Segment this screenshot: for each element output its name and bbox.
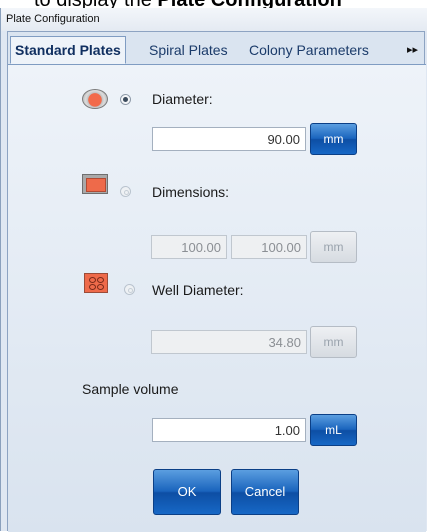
ok-button[interactable]: OK [153, 469, 221, 515]
dimensions-unit-button[interactable]: mm [310, 231, 357, 263]
well-plate-icon [84, 273, 108, 293]
title-bar: Plate Configuration [1, 8, 427, 31]
diameter-label: Diameter: [152, 91, 213, 107]
dimensions-width-input[interactable]: 100.00 [151, 235, 227, 259]
well-diameter-radio[interactable] [124, 284, 135, 295]
sample-volume-label: Sample volume [82, 381, 179, 397]
sample-volume-input[interactable]: 1.00 [152, 418, 306, 442]
dimensions-label: Dimensions: [152, 184, 230, 200]
tab-colony-parameters[interactable]: Colony Parameters [249, 42, 369, 58]
cancel-button[interactable]: Cancel [231, 469, 299, 515]
diameter-input[interactable]: 90.00 [152, 127, 306, 151]
rectangular-plate-icon [82, 174, 108, 194]
window-title: Plate Configuration [6, 13, 100, 25]
petri-dish-icon [82, 89, 108, 109]
well-diameter-label: Well Diameter: [152, 282, 244, 298]
dimensions-radio[interactable] [120, 186, 131, 197]
well-diameter-input[interactable]: 34.80 [151, 330, 307, 354]
dialog-content: Standard Plates Spiral Plates Colony Par… [7, 31, 426, 532]
sample-volume-unit-button[interactable]: mL [310, 414, 357, 446]
diameter-radio[interactable] [120, 94, 131, 105]
standard-plates-panel: Diameter: 90.00 mm Dimensions: 100.00 10… [8, 65, 426, 532]
tab-spiral-plates[interactable]: Spiral Plates [149, 42, 228, 58]
tab-standard-plates[interactable]: Standard Plates [10, 36, 126, 64]
tab-strip: Standard Plates Spiral Plates Colony Par… [8, 36, 426, 65]
well-diameter-unit-button[interactable]: mm [310, 326, 357, 358]
plate-configuration-window: Plate Configuration Standard Plates Spir… [0, 8, 427, 532]
dimensions-height-input[interactable]: 100.00 [231, 235, 307, 259]
diameter-unit-button[interactable]: mm [310, 123, 357, 155]
tab-scroll-right-icon[interactable]: ▸▸ [407, 43, 418, 56]
